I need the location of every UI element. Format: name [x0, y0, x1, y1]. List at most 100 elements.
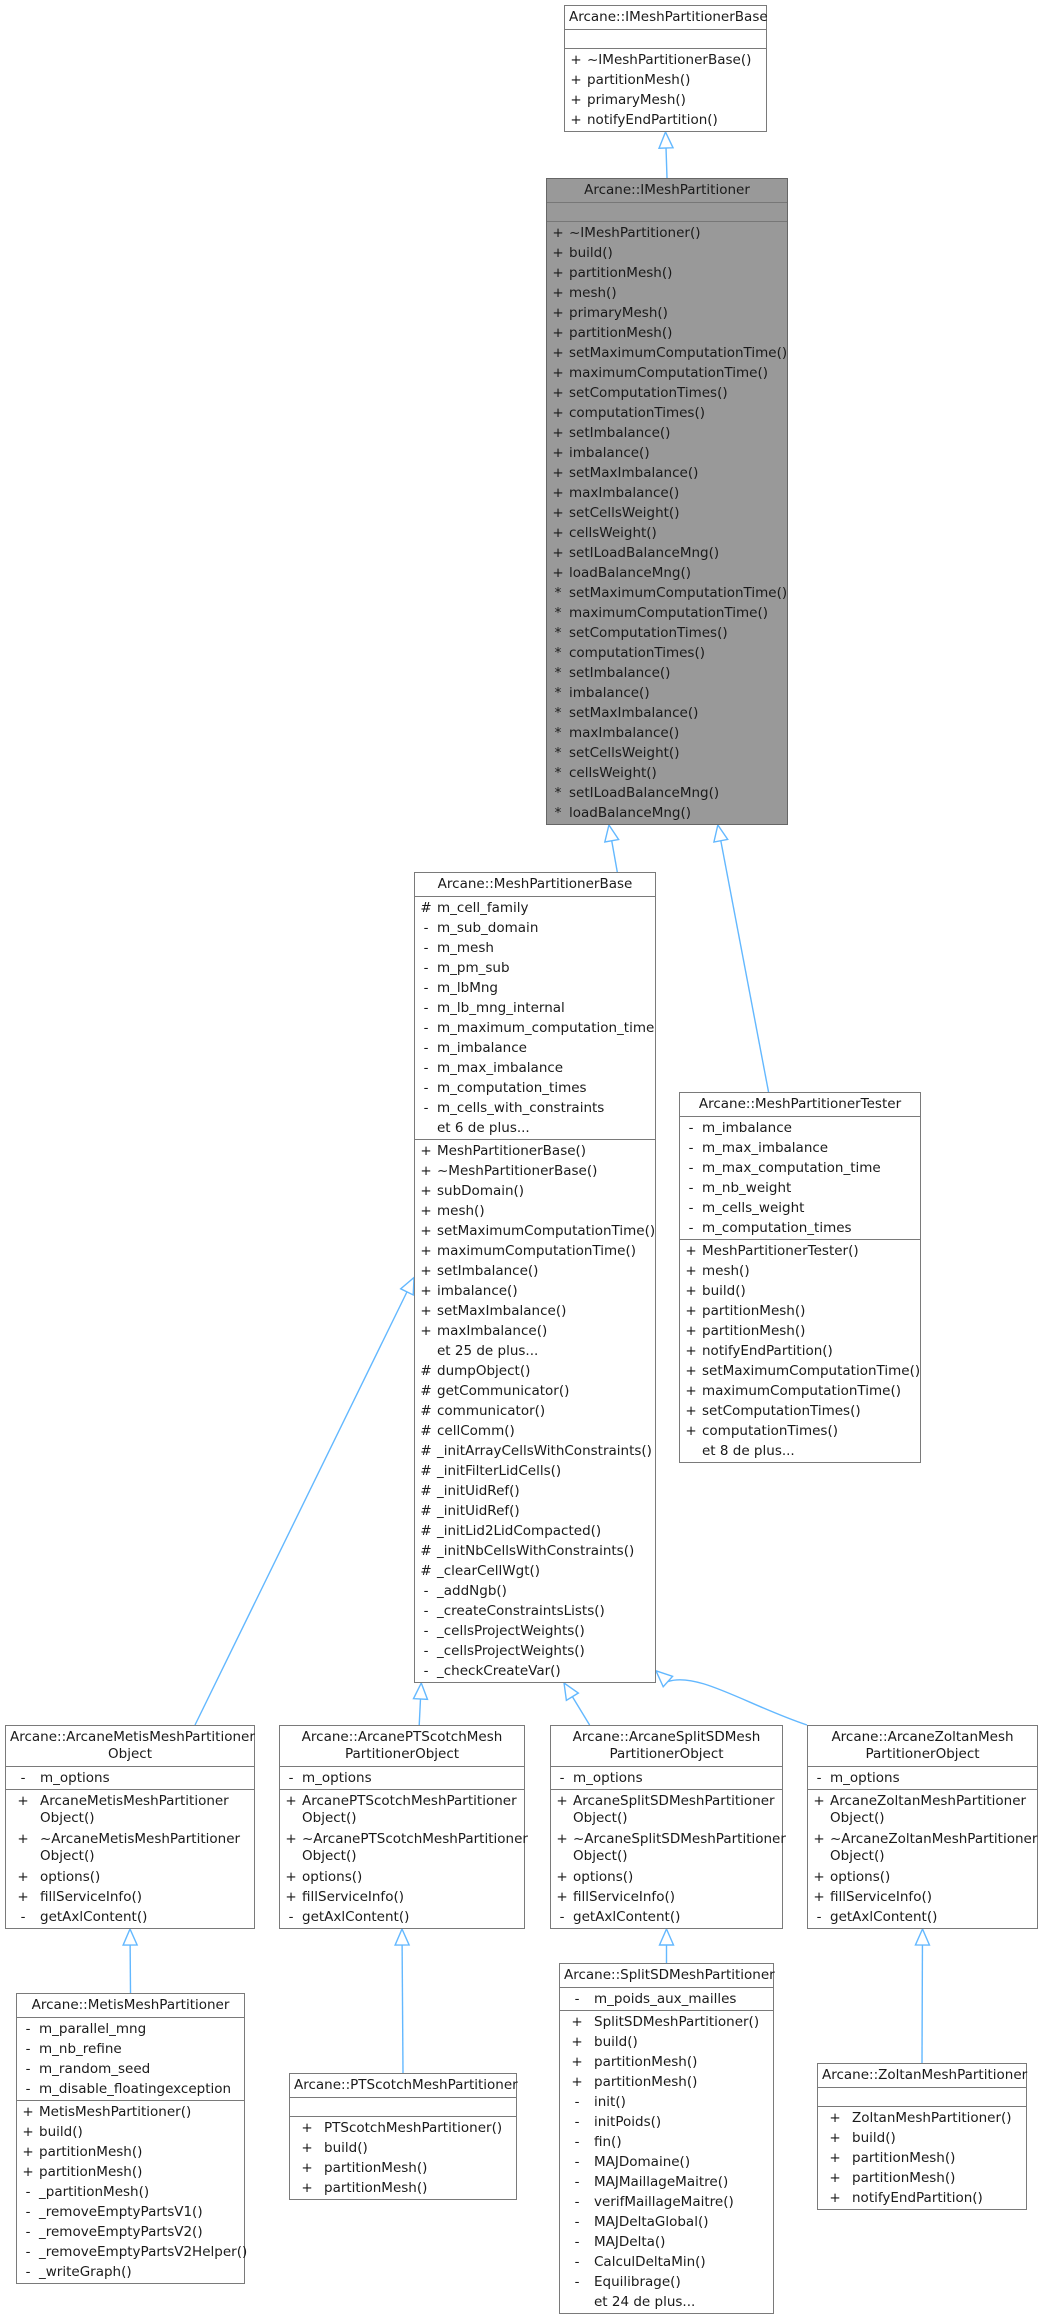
member-row[interactable]: +loadBalanceMng() [547, 563, 787, 583]
member-row[interactable]: +subDomain() [415, 1181, 655, 1201]
member-row[interactable]: #_clearCellWgt() [415, 1561, 655, 1581]
more-members-note[interactable]: et 8 de plus... [680, 1441, 920, 1461]
member-row[interactable]: +partitionMesh() [560, 2072, 773, 2092]
member-row[interactable]: -_partitionMesh() [17, 2182, 244, 2202]
member-row[interactable]: +~ArcaneMetisMeshPartitioner Object() [6, 1829, 254, 1867]
class-node-arcane-zoltan-mesh-partitioner-object[interactable]: Arcane::ArcaneZoltanMesh PartitionerObje… [807, 1725, 1038, 1929]
member-row[interactable]: -_checkCreateVar() [415, 1661, 655, 1681]
member-row[interactable]: +MeshPartitionerBase() [415, 1141, 655, 1161]
member-row[interactable]: *setMaximumComputationTime() [547, 583, 787, 603]
member-row[interactable]: +imbalance() [547, 443, 787, 463]
member-row[interactable]: +~ArcaneSplitSDMeshPartitioner Object() [551, 1829, 782, 1867]
class-title[interactable]: Arcane::MeshPartitionerTester [680, 1093, 920, 1117]
member-row[interactable]: +partitionMesh() [818, 2168, 1026, 2188]
member-row[interactable]: -m_max_computation_time [680, 1158, 920, 1178]
member-row[interactable]: -m_cells_with_constraints [415, 1098, 655, 1118]
member-row[interactable]: #_initFilterLidCells() [415, 1461, 655, 1481]
class-title[interactable]: Arcane::IMeshPartitioner [547, 179, 787, 203]
member-row[interactable]: +build() [818, 2128, 1026, 2148]
member-row[interactable]: -m_options [280, 1768, 524, 1788]
class-title[interactable]: Arcane::IMeshPartitionerBase [565, 6, 766, 30]
member-row[interactable]: -m_maximum_computation_time [415, 1018, 655, 1038]
member-row[interactable]: -m_max_imbalance [415, 1058, 655, 1078]
member-row[interactable]: -verifMaillageMaitre() [560, 2192, 773, 2212]
member-row[interactable]: +options() [280, 1867, 524, 1887]
member-row[interactable]: -_removeEmptyPartsV2Helper() [17, 2242, 244, 2262]
member-row[interactable]: -m_nb_refine [17, 2039, 244, 2059]
member-row[interactable]: +mesh() [415, 1201, 655, 1221]
member-row[interactable]: #_initArrayCellsWithConstraints() [415, 1441, 655, 1461]
member-row[interactable]: *setComputationTimes() [547, 623, 787, 643]
member-row[interactable]: -m_options [808, 1768, 1037, 1788]
member-row[interactable]: -m_sub_domain [415, 918, 655, 938]
member-row[interactable]: +setMaxImbalance() [547, 463, 787, 483]
member-row[interactable]: *maxImbalance() [547, 723, 787, 743]
member-row[interactable]: *setILoadBalanceMng() [547, 783, 787, 803]
member-row[interactable]: +notifyEndPartition() [680, 1341, 920, 1361]
member-row[interactable]: +setMaxImbalance() [415, 1301, 655, 1321]
member-row[interactable]: +~ArcaneZoltanMeshPartitioner Object() [808, 1829, 1037, 1867]
member-row[interactable]: -fin() [560, 2132, 773, 2152]
member-row[interactable]: -Equilibrage() [560, 2272, 773, 2292]
class-node-mesh-partitioner-base[interactable]: Arcane::MeshPartitionerBase#m_cell_famil… [414, 872, 656, 1683]
member-row[interactable]: +setILoadBalanceMng() [547, 543, 787, 563]
member-row[interactable]: +ArcaneZoltanMeshPartitioner Object() [808, 1791, 1037, 1829]
member-row[interactable]: +fillServiceInfo() [6, 1887, 254, 1907]
member-row[interactable]: +build() [290, 2138, 516, 2158]
member-row[interactable]: +mesh() [680, 1261, 920, 1281]
member-row[interactable]: -m_imbalance [680, 1118, 920, 1138]
member-row[interactable]: +maxImbalance() [415, 1321, 655, 1341]
class-node-pt-scotch-mesh-partitioner[interactable]: Arcane::PTScotchMeshPartitioner+PTScotch… [289, 2073, 517, 2200]
member-row[interactable]: +maximumComputationTime() [415, 1241, 655, 1261]
member-row[interactable]: +cellsWeight() [547, 523, 787, 543]
member-row[interactable]: +options() [6, 1867, 254, 1887]
member-row[interactable]: +PTScotchMeshPartitioner() [290, 2118, 516, 2138]
class-node-mesh-partitioner-tester[interactable]: Arcane::MeshPartitionerTester-m_imbalanc… [679, 1092, 921, 1463]
member-row[interactable]: #_initUidRef() [415, 1501, 655, 1521]
member-row[interactable]: +options() [808, 1867, 1037, 1887]
member-row[interactable]: +setComputationTimes() [547, 383, 787, 403]
member-row[interactable]: +~ArcanePTScotchMeshPartitioner Object() [280, 1829, 524, 1867]
member-row[interactable]: -init() [560, 2092, 773, 2112]
member-row[interactable]: -CalculDeltaMin() [560, 2252, 773, 2272]
member-row[interactable]: +setCellsWeight() [547, 503, 787, 523]
member-row[interactable]: -m_options [6, 1768, 254, 1788]
member-row[interactable]: -MAJDelta() [560, 2232, 773, 2252]
member-row[interactable]: +setMaximumComputationTime() [547, 343, 787, 363]
member-row[interactable]: -m_lb_mng_internal [415, 998, 655, 1018]
member-row[interactable]: +ArcaneSplitSDMeshPartitioner Object() [551, 1791, 782, 1829]
member-row[interactable]: -m_poids_aux_mailles [560, 1989, 773, 2009]
member-row[interactable]: +partitionMesh() [547, 323, 787, 343]
class-node-metis-mesh-partitioner[interactable]: Arcane::MetisMeshPartitioner-m_parallel_… [16, 1993, 245, 2284]
member-row[interactable]: +setImbalance() [415, 1261, 655, 1281]
member-row[interactable]: -getAxlContent() [280, 1907, 524, 1927]
member-row[interactable]: +maximumComputationTime() [547, 363, 787, 383]
class-node-arcane-pt-scotch-mesh-partitioner-object[interactable]: Arcane::ArcanePTScotchMesh PartitionerOb… [279, 1725, 525, 1929]
member-row[interactable]: -m_imbalance [415, 1038, 655, 1058]
class-title[interactable]: Arcane::PTScotchMeshPartitioner [290, 2074, 516, 2098]
member-row[interactable]: *computationTimes() [547, 643, 787, 663]
member-row[interactable]: -m_computation_times [680, 1218, 920, 1238]
member-row[interactable]: -m_computation_times [415, 1078, 655, 1098]
class-title[interactable]: Arcane::ArcaneMetisMeshPartitioner Objec… [6, 1726, 254, 1767]
member-row[interactable]: -m_max_imbalance [680, 1138, 920, 1158]
member-row[interactable]: +setMaximumComputationTime() [415, 1221, 655, 1241]
member-row[interactable]: +build() [680, 1281, 920, 1301]
class-node-i-mesh-partitioner[interactable]: Arcane::IMeshPartitioner+~IMeshPartition… [546, 178, 788, 825]
member-row[interactable]: -getAxlContent() [808, 1907, 1037, 1927]
class-node-i-mesh-partitioner-base[interactable]: Arcane::IMeshPartitionerBase+~IMeshParti… [564, 5, 767, 132]
member-row[interactable]: -MAJDomaine() [560, 2152, 773, 2172]
class-title[interactable]: Arcane::MeshPartitionerBase [415, 873, 655, 897]
member-row[interactable]: -initPoids() [560, 2112, 773, 2132]
member-row[interactable]: +setComputationTimes() [680, 1401, 920, 1421]
member-row[interactable]: +mesh() [547, 283, 787, 303]
member-row[interactable]: -_removeEmptyPartsV1() [17, 2202, 244, 2222]
member-row[interactable]: +~MeshPartitionerBase() [415, 1161, 655, 1181]
member-row[interactable]: -m_nb_weight [680, 1178, 920, 1198]
member-row[interactable]: *cellsWeight() [547, 763, 787, 783]
member-row[interactable]: -m_pm_sub [415, 958, 655, 978]
member-row[interactable]: +MetisMeshPartitioner() [17, 2102, 244, 2122]
member-row[interactable]: -_createConstraintsLists() [415, 1601, 655, 1621]
member-row[interactable]: #m_cell_family [415, 898, 655, 918]
member-row[interactable]: -_removeEmptyPartsV2() [17, 2222, 244, 2242]
